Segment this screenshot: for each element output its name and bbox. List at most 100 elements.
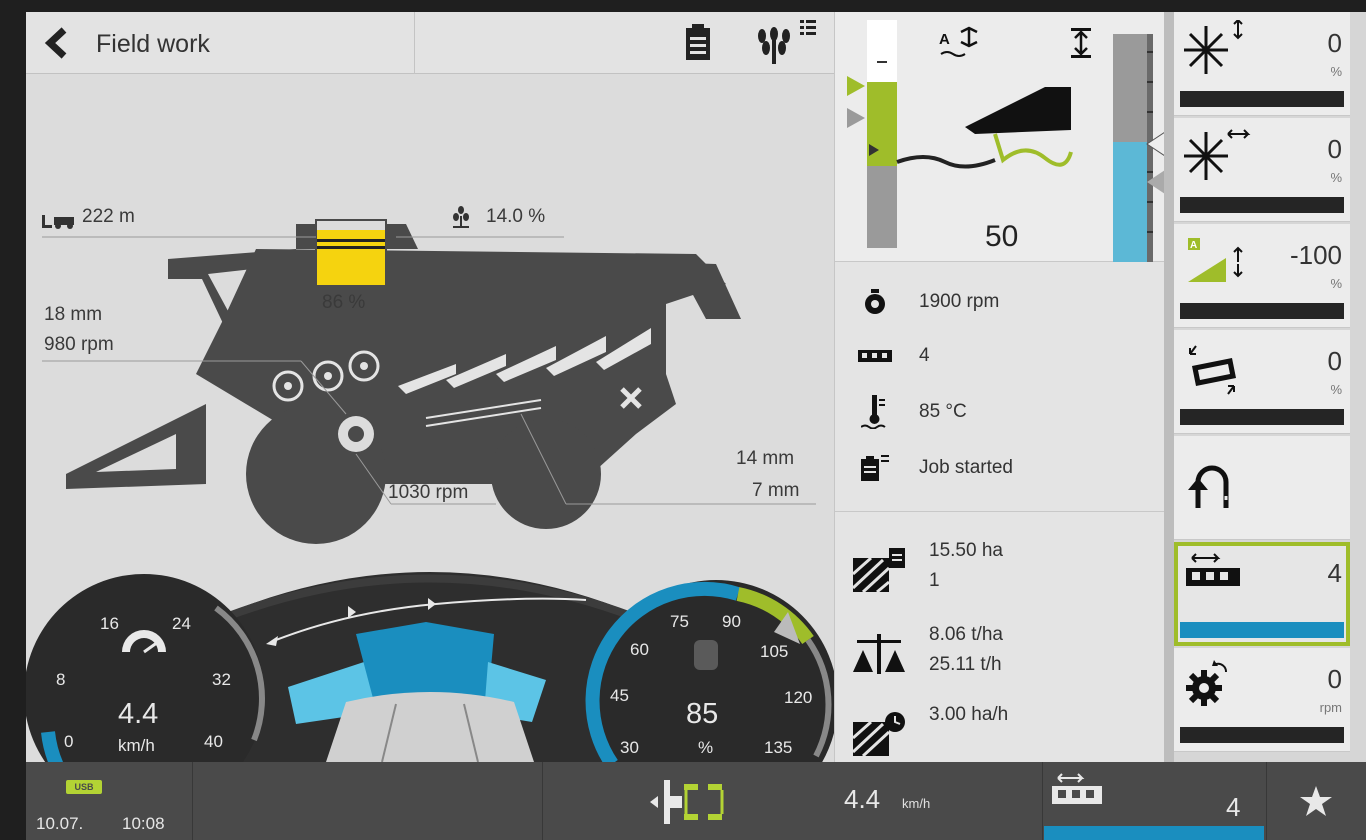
rear-wheel — [491, 419, 601, 529]
usb-icon: USB — [66, 780, 102, 794]
reel-height-unit: % — [1330, 64, 1342, 79]
auto-contour-icon: A — [1188, 238, 1243, 282]
cutter-bar-shape — [66, 404, 206, 489]
header-tilt-bar — [1180, 409, 1344, 425]
chevron-left-icon — [44, 27, 67, 59]
load-value: 85 — [686, 698, 719, 730]
info-column: A 50 1900 rpm 4 85 °C Job started 15.50 … — [834, 12, 1165, 762]
reel-position-unit: % — [1330, 170, 1342, 185]
footer-divider — [192, 762, 193, 840]
function-panel: 0 % 0 % A -100 % 0 % 4 0 rpm — [1174, 12, 1366, 762]
headland-turn-icon — [1188, 465, 1229, 508]
load-tick-120: 120 — [784, 688, 813, 707]
auto-contour-value: -100 — [1289, 240, 1342, 270]
moisture-value: 14.0 % — [486, 206, 546, 227]
coolant-temp-row: 85 °C — [855, 392, 1155, 432]
gear-box-icon — [855, 339, 895, 373]
footer-divider — [1042, 762, 1043, 840]
svg-text:A: A — [939, 31, 950, 48]
load-tick-90: 90 — [722, 612, 741, 631]
gear-value: 4 — [919, 345, 930, 366]
speed-gauge-dial — [26, 574, 264, 762]
footer-bar: USB 10.07. 10:08 4.4 km/h 4 — [26, 762, 1366, 840]
cut-height-icon[interactable] — [1069, 26, 1093, 60]
yield-per-hour: 25.11 t/h — [929, 654, 1002, 675]
headland-turn-tile[interactable] — [1174, 436, 1350, 540]
footer-speed-value: 4.4 — [844, 784, 881, 814]
area-rate-value: 3.00 ha/h — [929, 704, 1009, 725]
crop-list-icon — [758, 20, 816, 64]
moisture-icon — [453, 206, 469, 228]
combine-harvester-graphic — [42, 219, 816, 544]
reel-position-tile[interactable]: 0 % — [1174, 118, 1350, 222]
area-rate-row: 3.00 ha/h — [849, 704, 1159, 764]
speed-tick-8: 8 — [56, 670, 66, 689]
crop-menu-button[interactable] — [748, 18, 820, 68]
rotor-speed-unit: rpm — [1319, 700, 1342, 715]
page-title: Field work — [96, 30, 210, 58]
header-tilt-value: 0 — [1327, 346, 1342, 376]
speed-tick-32: 32 — [212, 670, 231, 689]
yield-per-area: 8.06 t/ha — [929, 624, 1003, 645]
rotor-speed-tile[interactable]: 0 rpm — [1174, 648, 1350, 752]
screen: Field work 222 m 14.0 % 86 % 18 mm 980 r… — [26, 12, 1366, 840]
gear-select-icon — [1186, 553, 1240, 586]
job-status-row: Job started — [855, 448, 1155, 488]
clipboard-button[interactable] — [678, 22, 718, 66]
rotor-speed-bar — [1180, 727, 1344, 743]
coolant-temp-icon — [855, 395, 895, 429]
speed-tick-24: 24 — [172, 614, 191, 633]
yield-icon — [853, 634, 905, 674]
reel-position-bar — [1180, 197, 1344, 213]
load-tick-45: 45 — [610, 686, 629, 705]
header-tilt-icon — [1189, 345, 1236, 395]
speed-tick-40: 40 — [204, 732, 223, 751]
job-icon — [855, 451, 895, 485]
header-bar: Field work — [26, 12, 834, 74]
footer-gear-value: 4 — [1226, 792, 1241, 822]
speed-tick-0: 0 — [64, 732, 74, 751]
cutter-head-shape — [965, 87, 1071, 134]
svg-text:A: A — [1190, 240, 1197, 251]
auto-contour-tile[interactable]: A -100 % — [1174, 224, 1350, 328]
header-height-panel[interactable]: A 50 — [835, 12, 1165, 262]
machine-status-list: 1900 rpm 4 85 °C Job started — [835, 262, 1165, 512]
engine-speed-row: 1900 rpm — [855, 282, 1155, 322]
upper-sieve-value: 14 mm — [736, 448, 795, 469]
area-count: 1 — [929, 570, 940, 591]
instrument-cluster: 0 8 16 24 32 40 4.4 km/h 30 45 60 75 90 … — [26, 542, 834, 762]
footer-gear-bar — [1044, 826, 1264, 840]
height-target-marker — [847, 76, 865, 96]
gear-select-bar — [1180, 622, 1344, 638]
load-unit: % — [698, 738, 714, 757]
drum-speed-value: 980 rpm — [44, 334, 114, 355]
load-tick-105: 105 — [760, 642, 789, 661]
gear-select-tile[interactable]: 4 — [1174, 542, 1350, 646]
distance-icon — [42, 215, 74, 229]
auto-height-icon[interactable]: A — [939, 26, 979, 62]
gear-row: 4 — [855, 336, 1155, 376]
yield-row: 8.06 t/ha 25.11 t/h — [849, 624, 1159, 684]
footer-date: 10.07. — [36, 814, 84, 833]
steering-system-icon[interactable] — [646, 774, 756, 830]
reel-position-icon — [1184, 129, 1251, 180]
header-tilt-tile[interactable]: 0 % — [1174, 330, 1350, 434]
load-gauge-dial — [594, 580, 834, 762]
area-rate-icon — [851, 712, 905, 758]
performance-list: 15.50 ha 1 8.06 t/ha 25.11 t/h 3.00 ha/h — [835, 514, 1165, 762]
reel-height-icon — [1184, 20, 1243, 74]
header-divider — [414, 12, 415, 74]
load-tick-30: 30 — [620, 738, 639, 757]
footer-gear-icon[interactable] — [1050, 772, 1110, 808]
rotor-speed-value: 0 — [1327, 664, 1342, 694]
load-tick-60: 60 — [630, 640, 649, 659]
back-button[interactable] — [26, 12, 88, 74]
footer-divider — [542, 762, 543, 840]
footer-time: 10:08 — [122, 814, 165, 833]
lower-sieve-value: 7 mm — [752, 480, 800, 501]
favorites-button[interactable] — [1266, 762, 1366, 840]
reel-height-tile[interactable]: 0 % — [1174, 12, 1350, 116]
auto-contour-bar — [1180, 303, 1344, 319]
speed-tick-16: 16 — [100, 614, 119, 633]
grain-tank-level: 86 % — [322, 292, 366, 313]
